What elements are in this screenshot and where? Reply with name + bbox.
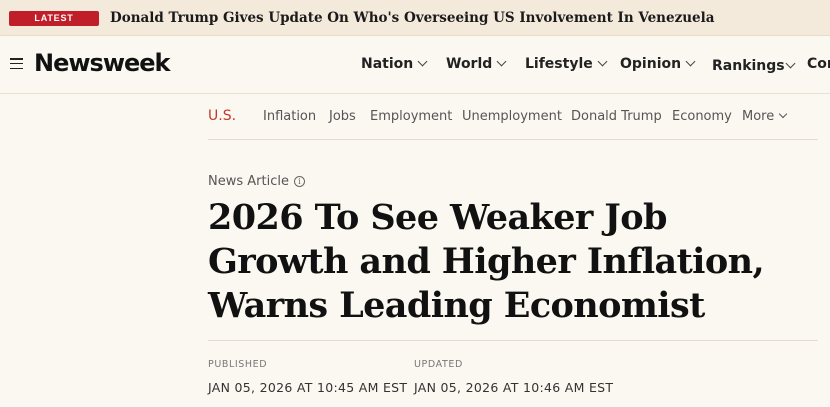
- info-icon[interactable]: i: [293, 176, 305, 187]
- article-headline: 2026 To See Weaker Job Growth and Higher…: [208, 197, 765, 326]
- article-type-label: News Article i: [208, 174, 305, 189]
- published-date: JAN 05, 2026 AT 10:45 AM EST: [208, 380, 408, 395]
- subnav-section-us[interactable]: U.S.: [208, 108, 236, 124]
- site-header: Newsweek Nation World Lifestyle Opinion …: [0, 36, 830, 94]
- updated-label: UPDATED: [414, 359, 463, 370]
- chevron-down-icon: [496, 56, 507, 67]
- nav-label: Nation: [361, 56, 414, 72]
- menu-icon[interactable]: [10, 58, 23, 70]
- subnav-item-unemployment[interactable]: Unemployment: [462, 109, 562, 124]
- subnav-item-jobs[interactable]: Jobs: [329, 109, 356, 124]
- chevron-down-icon: [785, 58, 796, 69]
- nav-label: Lifestyle: [525, 56, 593, 72]
- subnav-item-inflation[interactable]: Inflation: [263, 109, 316, 124]
- subnav-more-label: More: [742, 109, 775, 124]
- latest-badge: LATEST: [9, 11, 99, 26]
- nav-label: World: [446, 56, 493, 72]
- chevron-down-icon: [778, 109, 788, 119]
- newsweek-logo[interactable]: Newsweek: [34, 49, 171, 77]
- divider: [208, 340, 818, 341]
- subnav-more-button[interactable]: More: [742, 109, 788, 124]
- subnav-item-employment[interactable]: Employment: [370, 109, 452, 124]
- article-type-text: News Article: [208, 174, 289, 189]
- updated-date: JAN 05, 2026 AT 10:46 AM EST: [414, 380, 614, 395]
- nav-item-truncated[interactable]: Con: [807, 56, 830, 72]
- nav-item-world[interactable]: World: [446, 56, 507, 72]
- section-subnav: U.S. Inflation Jobs Employment Unemploym…: [208, 96, 818, 140]
- nav-item-nation[interactable]: Nation: [361, 56, 428, 72]
- chevron-down-icon: [417, 56, 428, 67]
- nav-item-opinion[interactable]: Opinion: [620, 56, 696, 72]
- nav-label: Opinion: [620, 56, 682, 72]
- nav-item-lifestyle[interactable]: Lifestyle: [525, 56, 608, 72]
- nav-label: Rankings: [712, 58, 785, 74]
- chevron-down-icon: [597, 56, 608, 67]
- subnav-item-donald-trump[interactable]: Donald Trump: [571, 109, 662, 124]
- chevron-down-icon: [685, 56, 696, 67]
- ticker-headline-link[interactable]: Donald Trump Gives Update On Who's Overs…: [110, 10, 715, 26]
- subnav-item-economy[interactable]: Economy: [672, 109, 732, 124]
- breaking-news-ticker: LATEST Donald Trump Gives Update On Who'…: [0, 0, 830, 36]
- published-label: PUBLISHED: [208, 359, 268, 370]
- nav-item-rankings[interactable]: Rankings: [712, 58, 796, 74]
